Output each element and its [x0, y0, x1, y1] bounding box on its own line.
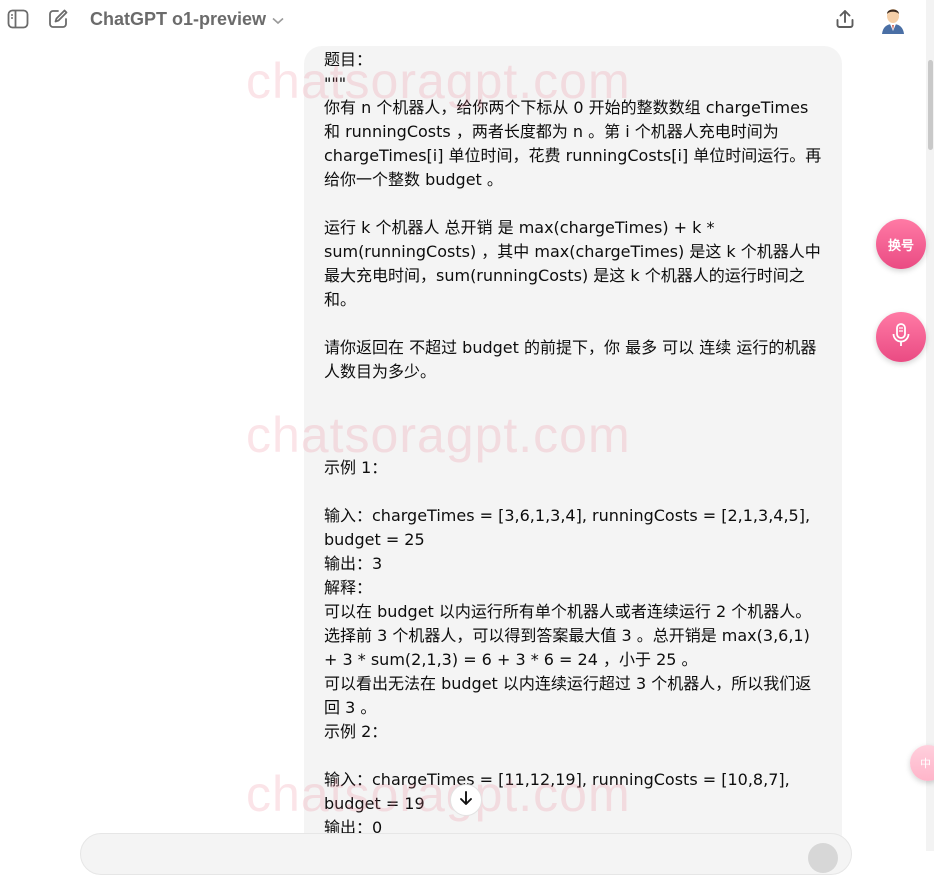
scrollbar-thumb[interactable] — [928, 60, 933, 150]
share-icon[interactable] — [832, 6, 858, 32]
chevron-down-icon — [272, 10, 284, 29]
language-label: 中 — [920, 757, 931, 770]
switch-account-button[interactable]: 换号 — [876, 219, 926, 269]
model-selector[interactable]: ChatGPT o1-preview — [90, 6, 284, 32]
message-composer[interactable] — [80, 833, 852, 875]
switch-account-label: 换号 — [887, 238, 914, 254]
model-name: ChatGPT o1-preview — [90, 8, 267, 29]
user-message-text: 题目： """ 你有 n 个机器人，给你两个下标从 0 开始的整数数组 char… — [324, 50, 822, 851]
top-bar: ChatGPT o1-preview — [0, 0, 934, 40]
microphone-button[interactable] — [876, 312, 926, 362]
user-avatar[interactable] — [878, 4, 908, 34]
microphone-icon — [890, 322, 912, 352]
language-toggle-button[interactable]: 中 — [910, 745, 934, 781]
new-chat-icon[interactable] — [46, 7, 70, 31]
send-button[interactable] — [808, 843, 838, 873]
scroll-to-bottom-button[interactable] — [450, 784, 482, 816]
user-message-bubble: 题目： """ 你有 n 个机器人，给你两个下标从 0 开始的整数数组 char… — [304, 46, 842, 851]
sidebar-toggle-icon[interactable] — [6, 8, 30, 30]
arrow-down-icon — [459, 790, 473, 810]
